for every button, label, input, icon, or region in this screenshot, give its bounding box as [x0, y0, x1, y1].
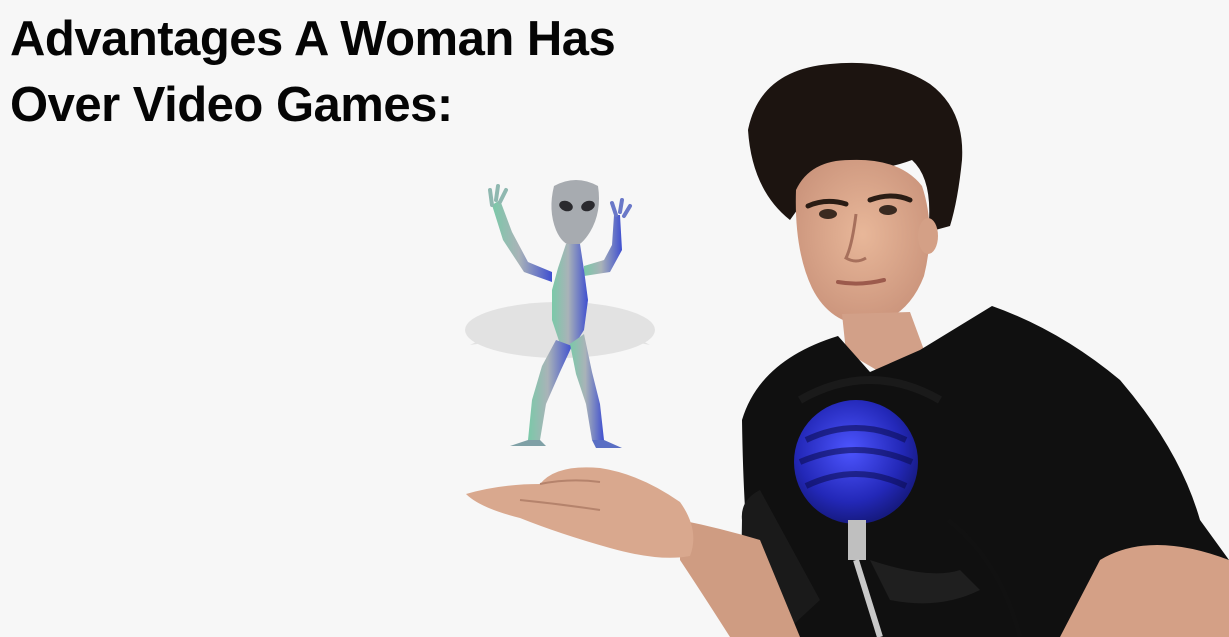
photo-scene — [465, 62, 1229, 637]
